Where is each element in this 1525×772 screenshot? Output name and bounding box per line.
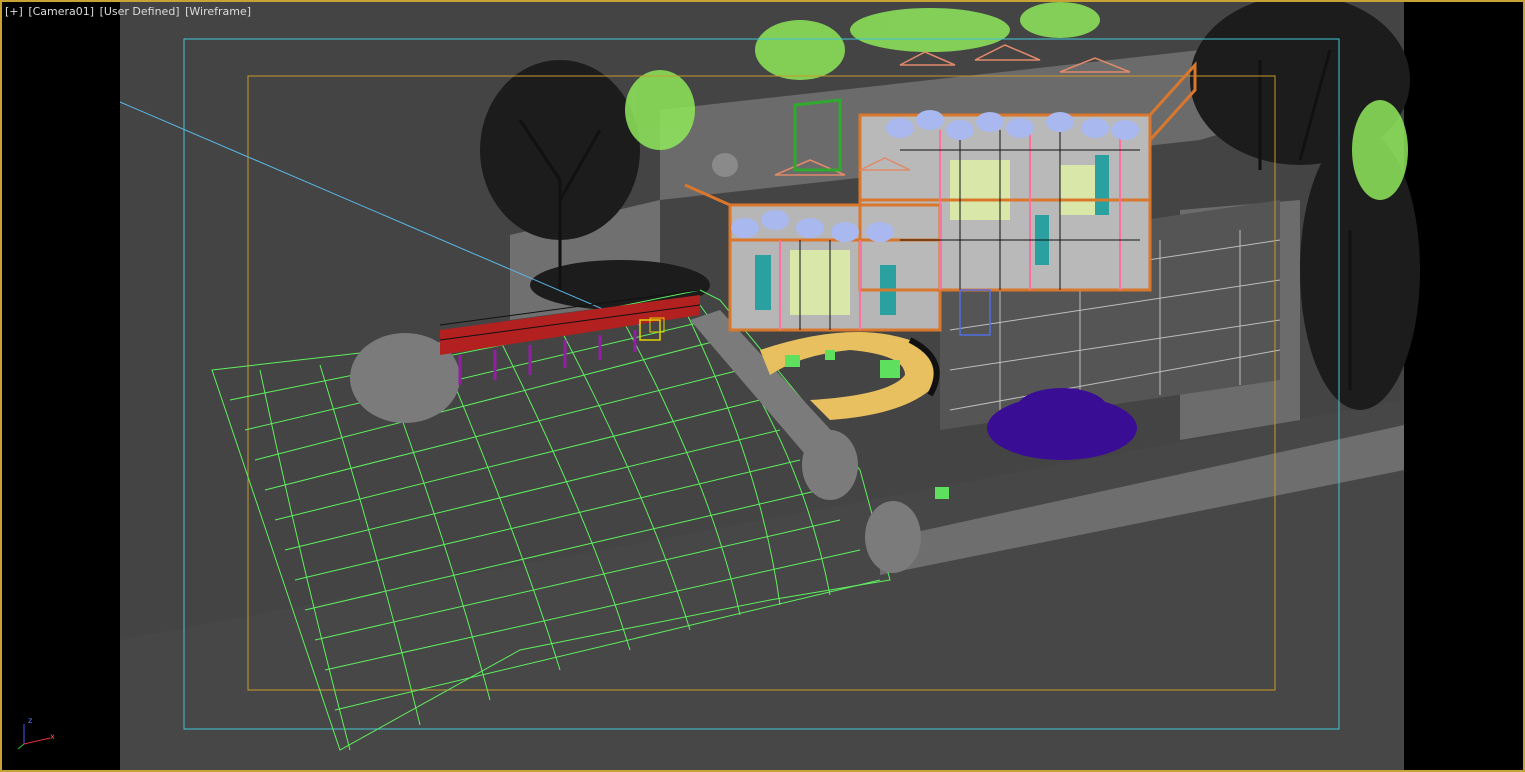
- axis-z-label: z: [28, 716, 33, 725]
- viewport-camera-menu[interactable]: [Camera01]: [28, 5, 94, 18]
- viewport-label: [+] [Camera01] [User Defined] [Wireframe…: [5, 5, 253, 18]
- axis-x-label: x: [50, 732, 55, 741]
- viewport-scene[interactable]: [0, 0, 1525, 772]
- viewport-shading-menu[interactable]: [User Defined]: [100, 5, 180, 18]
- axis-tripod-icon: z x: [14, 716, 62, 752]
- viewport-camera01[interactable]: [+] [Camera01] [User Defined] [Wireframe…: [0, 0, 1525, 772]
- axis-y-line: [17, 743, 25, 750]
- viewport-plus-menu[interactable]: [+]: [5, 5, 23, 18]
- viewport-display-mode-menu[interactable]: [Wireframe]: [185, 5, 251, 18]
- axis-x-line: [23, 737, 51, 745]
